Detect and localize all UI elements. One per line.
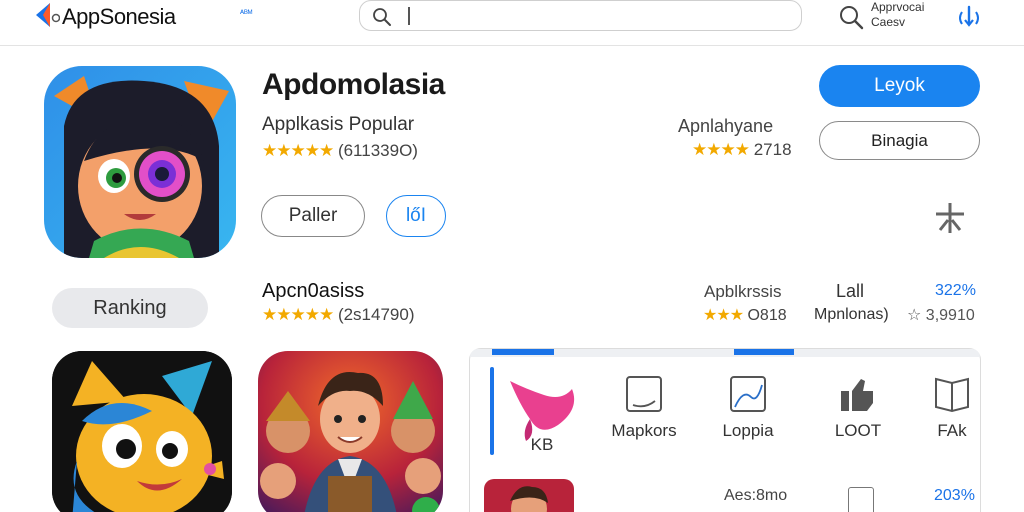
ranking-column-label: Lall	[836, 281, 865, 301]
ranking-percent: 322%	[935, 282, 976, 299]
category-label: Mapkors	[611, 421, 677, 440]
categories-panel: KB Mapkors Loppia LOOT FAk Aes:8mo 203%	[469, 348, 981, 512]
book-icon	[935, 377, 969, 413]
list-item-thumbnail[interactable]	[484, 479, 574, 512]
thumbs-up-icon	[841, 379, 873, 411]
secondary-action-button[interactable]: Binagia	[819, 121, 980, 160]
category-label: Loppia	[722, 421, 774, 440]
list-item-label: Aes:8mo	[724, 487, 788, 504]
star-outline-icon: ☆	[907, 307, 922, 324]
search-icon[interactable]	[838, 4, 864, 30]
ranking-secondary-label: Apblkrssis	[704, 282, 782, 301]
panel-indicator	[492, 349, 554, 355]
featured-app-icon[interactable]	[44, 66, 236, 258]
list-item-percent: 203%	[934, 487, 975, 504]
account-menu[interactable]: Apprvocai Caesv	[871, 0, 924, 30]
panel-indicator-active	[734, 349, 794, 355]
star-rating: ★★★★	[692, 140, 750, 159]
category-label: FAk	[937, 421, 967, 440]
document-icon[interactable]	[848, 487, 874, 512]
picture-frame-icon	[626, 376, 662, 412]
chart-frame-icon	[730, 376, 766, 412]
panel-scroll-track[interactable]	[470, 349, 980, 357]
ranking-app-rating: ★★★★★ (2s14790)	[262, 305, 415, 325]
category-label: KB	[530, 435, 554, 454]
cartoon-girl-icon	[44, 66, 236, 258]
download-icon[interactable]	[956, 4, 982, 32]
top-bar: AppSonesia ᴬᴮᴹ Apprvocai Caesv	[0, 0, 1024, 46]
ranking-secondary-rating: ★★★ O818	[703, 305, 787, 325]
rating-count: O818	[747, 307, 787, 324]
cartoon-creature-icon	[52, 351, 232, 512]
get-button[interactable]: Leyok	[819, 65, 980, 107]
category-kb[interactable]: KB	[494, 369, 590, 459]
featured-app-title[interactable]: Apdomolasia	[262, 68, 445, 102]
category-mapkors[interactable]: Mapkors	[596, 369, 692, 459]
ranking-count-value: 3,9910	[925, 307, 975, 324]
icon-pill-button[interactable]: lőI	[386, 195, 446, 237]
account-line-1: Apprvocai	[871, 0, 925, 14]
tools-icon[interactable]	[932, 200, 968, 236]
characters-group-icon	[258, 351, 443, 512]
rating-count: 2718	[753, 140, 792, 159]
featured-app-subtitle: Applkasis Popular	[262, 114, 415, 135]
app-logo-icon[interactable]	[34, 2, 60, 28]
featured-secondary-rating: ★★★★ 2718	[692, 140, 792, 160]
rating-count: (611339O)	[337, 141, 418, 160]
ranking-count: ☆ 3,9910	[907, 305, 975, 325]
ranking-column-sublabel: Mpnlonas)	[814, 306, 889, 323]
ranking-tab[interactable]: Ranking	[52, 288, 208, 328]
featured-secondary-label: Apnlahyane	[678, 116, 774, 136]
filter-pill-button[interactable]: Paller	[261, 195, 365, 237]
star-rating: ★★★★★	[262, 305, 334, 324]
search-input[interactable]	[416, 5, 786, 27]
search-icon	[373, 8, 391, 26]
ranking-app-title[interactable]: Apcn0asiss	[262, 280, 364, 303]
category-loot[interactable]: LOOT	[810, 369, 906, 459]
search-bar[interactable]	[359, 0, 802, 31]
text-caret	[408, 7, 410, 25]
featured-app-rating: ★★★★★ (611339O)	[262, 141, 418, 161]
category-label: LOOT	[834, 421, 882, 440]
category-loppia[interactable]: Loppia	[700, 369, 796, 459]
app-icon-cartoon-creature[interactable]	[52, 351, 232, 512]
brand-superscript: ᴬᴮᴹ	[240, 8, 253, 18]
character-thumbnail-icon	[484, 479, 574, 512]
account-line-2: Caesv	[871, 15, 906, 29]
star-rating: ★★★★★	[262, 141, 334, 160]
star-rating: ★★★	[703, 307, 744, 324]
rating-count: (2s14790)	[337, 305, 415, 324]
brand-name[interactable]: AppSonesia	[62, 4, 176, 30]
pink-shape-icon	[510, 381, 575, 441]
category-fak[interactable]: FAk	[904, 369, 1000, 459]
app-icon-group-characters[interactable]	[258, 351, 443, 512]
